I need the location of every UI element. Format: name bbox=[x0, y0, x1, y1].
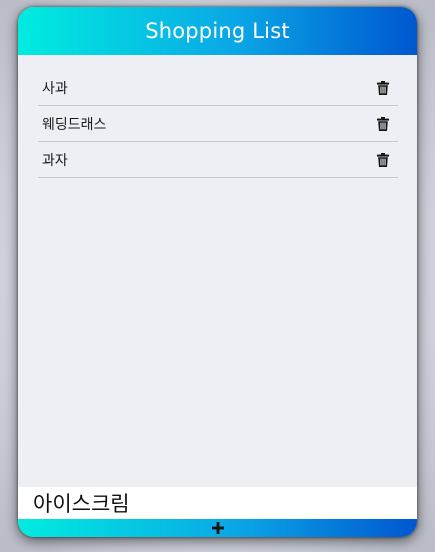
list-item: 웨딩드래스 bbox=[38, 106, 398, 142]
trash-icon bbox=[377, 152, 389, 167]
delete-item-button[interactable] bbox=[376, 80, 390, 96]
item-label: 웨딩드래스 bbox=[42, 116, 107, 133]
trash-icon bbox=[377, 116, 389, 131]
plus-icon bbox=[211, 522, 224, 534]
footer-bar bbox=[18, 519, 417, 537]
header-bar: Shopping List bbox=[18, 7, 417, 55]
add-item-button[interactable] bbox=[210, 520, 226, 536]
delete-item-button[interactable] bbox=[376, 152, 390, 168]
item-label: 사과 bbox=[42, 80, 68, 97]
app-title: Shopping List bbox=[145, 19, 290, 43]
list-item: 과자 bbox=[38, 142, 398, 178]
shopping-list: 사과 웨딩드래스 과자 bbox=[38, 70, 398, 178]
shopping-list-app: Shopping List 사과 웨딩드래스 과자 아이스크림 bbox=[18, 7, 417, 537]
new-item-input[interactable] bbox=[33, 487, 402, 519]
item-label: 과자 bbox=[42, 152, 68, 169]
delete-item-button[interactable] bbox=[376, 116, 390, 132]
trash-icon bbox=[377, 80, 389, 95]
new-item-bar bbox=[18, 487, 417, 519]
list-item: 사과 bbox=[38, 70, 398, 106]
